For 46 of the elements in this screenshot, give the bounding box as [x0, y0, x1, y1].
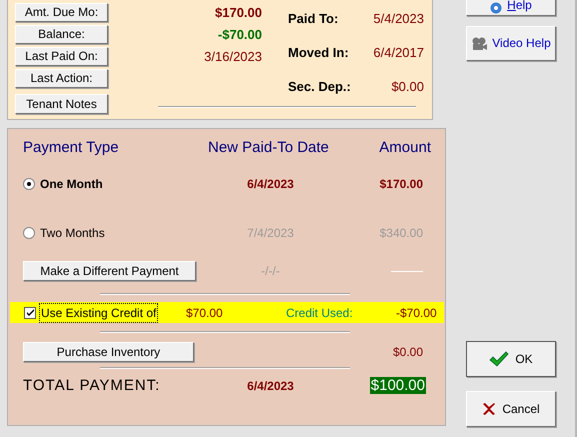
amount: $340.00 [378, 224, 424, 242]
cancel-button[interactable]: Cancel [466, 391, 556, 427]
column-header: Amount [378, 138, 431, 158]
field-value: 3/16/2023 [203, 48, 262, 66]
tenant-notes-button[interactable]: Tenant Notes [15, 94, 108, 114]
total-label: TOTAL PAYMENT: [23, 376, 162, 396]
field-value: -$70.00 [216, 26, 262, 44]
radio-button[interactable] [23, 226, 35, 238]
video-help-button[interactable]: Video Help [466, 26, 556, 61]
column-header: New Paid-To Date [207, 138, 330, 158]
field-button[interactable]: Balance: [15, 25, 108, 44]
amount: $170.00 [378, 176, 424, 192]
summary-label: Sec. Dep.: [288, 78, 351, 96]
new-date: -/-/- [260, 263, 281, 280]
blank-line [391, 270, 423, 272]
summary-value: 6/4/2017 [372, 44, 425, 62]
field-button[interactable]: Amt. Due Mo: [15, 3, 108, 22]
summary-value: $0.00 [390, 78, 425, 96]
different-payment-button[interactable]: Make a Different Payment [23, 261, 196, 281]
credit-amount: $70.00 [186, 304, 224, 322]
x-icon [482, 402, 496, 416]
payment-option[interactable]: One Month [23, 174, 198, 192]
field-value: $170.00 [214, 4, 262, 22]
check-icon [489, 351, 510, 367]
field-button[interactable]: Last Paid On: [15, 47, 108, 66]
checkbox-label[interactable]: Use Existing Credit of [40, 304, 158, 322]
purchase-inventory-button[interactable]: Purchase Inventory [23, 342, 194, 362]
summary-label: Moved In: [288, 44, 349, 62]
summary-label: Paid To: [288, 10, 338, 28]
total-amount: $100.00 [370, 376, 426, 394]
new-date: 6/4/2023 [246, 176, 295, 192]
film-camera-icon [471, 36, 488, 50]
total-date: 6/4/2023 [246, 378, 295, 395]
checkbox[interactable] [24, 306, 36, 318]
column-header: Payment Type [23, 138, 120, 158]
inventory-amount: $0.00 [392, 344, 424, 361]
summary-value: 5/4/2023 [372, 10, 425, 28]
help-button[interactable]: Help [466, 0, 556, 16]
credit-used-label: Credit Used: [286, 304, 354, 322]
new-date: 7/4/2023 [246, 224, 295, 242]
field-button[interactable]: Last Action: [15, 69, 108, 88]
ok-button[interactable]: OK [466, 341, 556, 377]
radio-button[interactable] [23, 178, 35, 190]
credit-used-value: -$70.00 [395, 304, 438, 322]
payment-option[interactable]: Two Months [23, 224, 198, 242]
help-icon [490, 2, 502, 14]
